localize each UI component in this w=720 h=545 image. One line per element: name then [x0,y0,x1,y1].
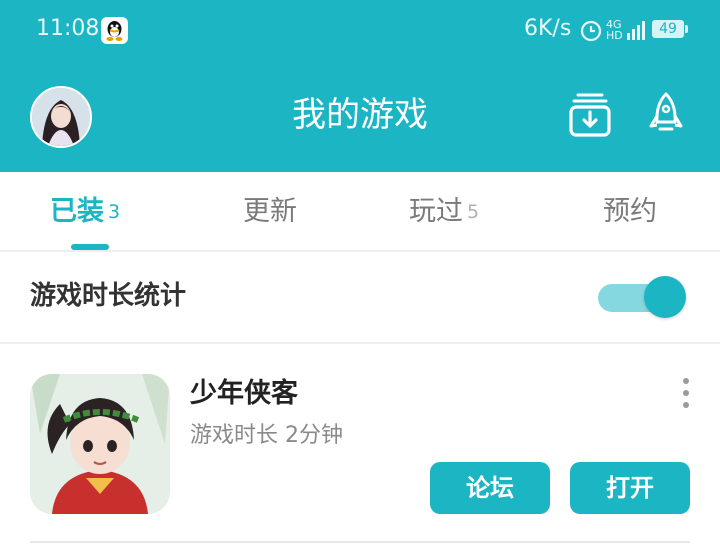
tab-installed[interactable]: 已装 3 [50,194,120,230]
tab-count: 3 [108,201,121,223]
stats-label: 游戏时长统计 [30,281,187,311]
tab-label: 更新 [243,196,297,227]
play-time-stats-row: 游戏时长统计 [0,252,720,344]
tab-updates[interactable]: 更新 [243,194,297,230]
toggle-knob [644,276,686,318]
tab-played[interactable]: 玩过 5 [409,194,479,230]
status-time: 11:08 [36,16,100,41]
hd-label: HD [606,29,623,42]
top-bar: 11:08 6K/s 4G HD 49 我的游戏 [0,0,720,172]
tab-label: 玩过 [409,196,463,227]
game-play-time: 游戏时长 2分钟 [190,423,343,448]
tab-label: 预约 [603,196,657,227]
game-name: 少年侠客 [190,378,298,409]
more-options-icon[interactable] [676,378,696,408]
tab-label: 已装 [50,196,104,227]
tab-reserved[interactable]: 预约 [603,194,657,230]
signal-icon [626,19,648,45]
page-title: 我的游戏 [292,95,428,135]
open-button[interactable]: 打开 [570,462,690,514]
divider [30,541,690,543]
qq-icon [101,17,128,44]
active-tab-indicator [71,244,109,250]
game-list-item[interactable]: 少年侠客 游戏时长 2分钟 论坛 打开 [0,344,720,545]
app-header: 我的游戏 [0,62,720,172]
battery-icon: 49 [652,20,688,38]
download-icon[interactable] [568,92,612,142]
tab-count: 5 [467,201,480,223]
forum-button[interactable]: 论坛 [430,462,550,514]
network-speed: 6K/s [524,16,572,41]
alarm-icon [579,18,603,46]
game-icon[interactable] [30,374,170,514]
stats-toggle[interactable] [598,276,688,318]
status-bar: 11:08 6K/s 4G HD 49 [0,0,720,62]
rocket-icon[interactable] [648,92,684,144]
hd-network-indicator: 4G HD [606,19,623,41]
tab-bar: 已装 3 更新 玩过 5 预约 [0,172,720,252]
